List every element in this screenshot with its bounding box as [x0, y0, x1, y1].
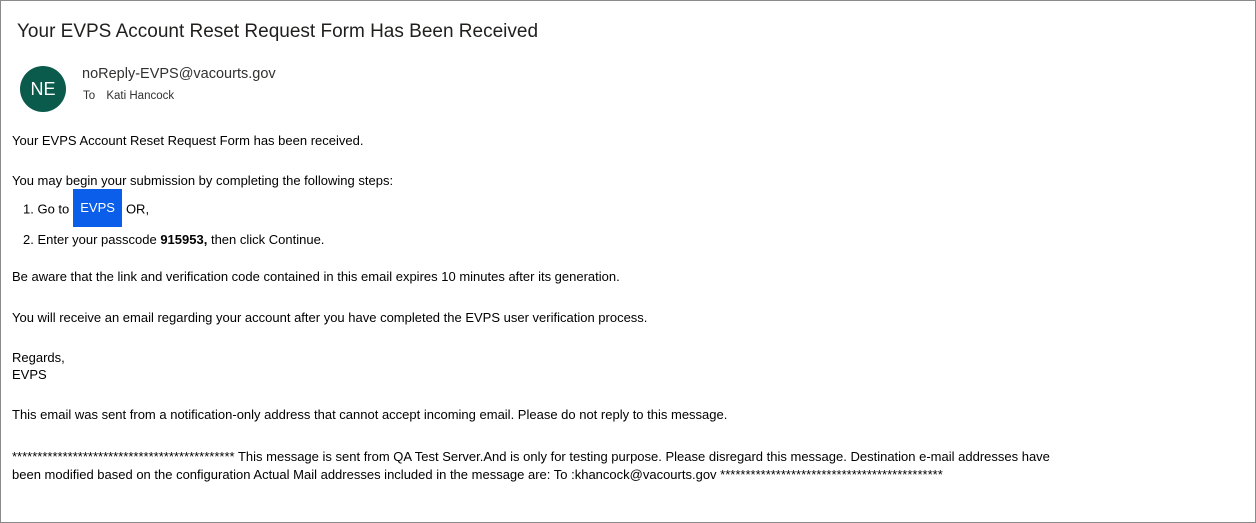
sender-avatar[interactable]: NE — [20, 66, 66, 112]
step2-prefix: 2. Enter your passcode — [23, 232, 157, 247]
body-signature: EVPS — [12, 367, 47, 382]
step1-suffix: OR, — [125, 201, 150, 217]
email-reading-pane: Your EVPS Account Reset Request Form Has… — [0, 0, 1256, 523]
body-regards: Regards, — [12, 350, 65, 365]
body-begin-line: You may begin your submission by complet… — [12, 173, 394, 188]
step1-prefix: 1. Go to — [23, 201, 70, 217]
body-aware-line: Be aware that the link and verification … — [12, 269, 620, 284]
body-received-line: Your EVPS Account Reset Request Form has… — [12, 133, 364, 148]
qa-notice-line-2: been modified based on the configuration… — [12, 467, 943, 482]
step-2: 2. Enter your passcode 915953, then clic… — [23, 231, 324, 248]
recipient-name[interactable]: Kati Hancock — [106, 90, 174, 102]
to-label: To — [83, 90, 96, 102]
body-notice-line: This email was sent from a notification-… — [12, 407, 728, 422]
recipient-line: To Kati Hancock — [83, 90, 174, 102]
evps-link-button[interactable]: EVPS — [73, 189, 122, 227]
step2-suffix: then click Continue. — [210, 232, 325, 247]
email-subject: Your EVPS Account Reset Request Form Has… — [17, 21, 539, 42]
body-receive-line: You will receive an email regarding your… — [12, 310, 648, 325]
sender-address[interactable]: noReply-EVPS@vacourts.gov — [82, 66, 276, 82]
step-1: 1. Go to EVPS OR, — [23, 189, 150, 228]
avatar-initials: NE — [30, 78, 56, 99]
qa-notice-line-1: ****************************************… — [12, 449, 1050, 464]
passcode: 915953, — [160, 232, 208, 247]
